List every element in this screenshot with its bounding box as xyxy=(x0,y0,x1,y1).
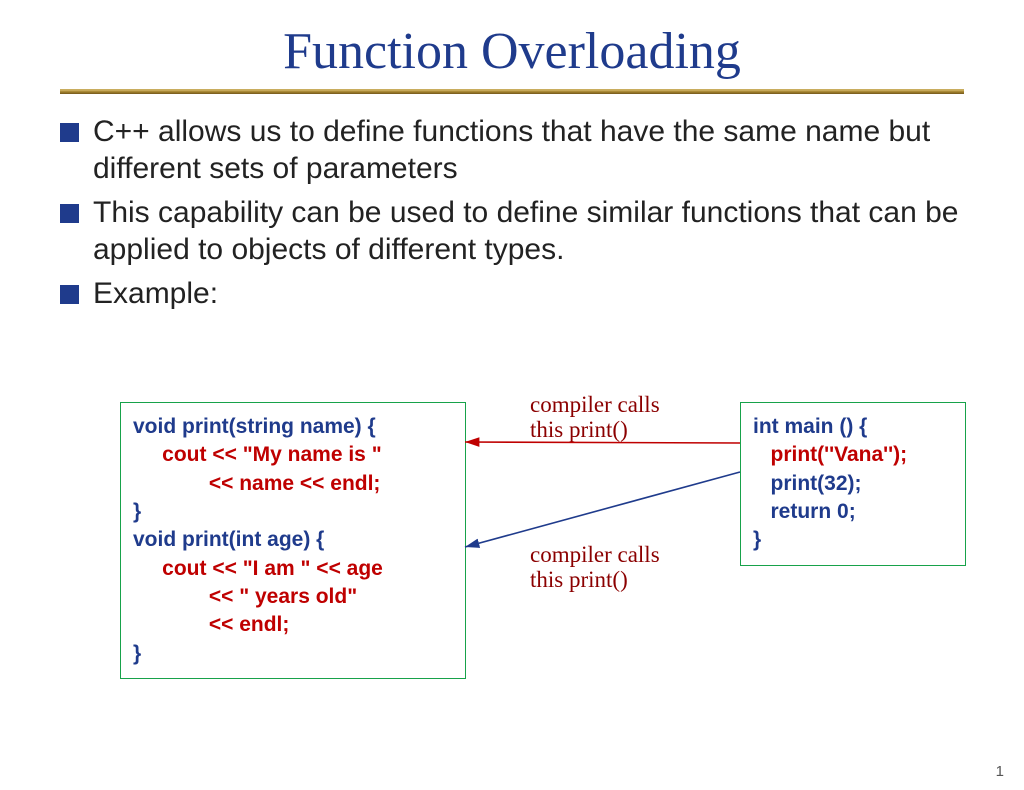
bullet-text: Example: xyxy=(93,276,218,313)
code-line: << endl; xyxy=(133,613,289,636)
bullet-item: This capability can be used to define si… xyxy=(60,195,964,268)
code-line: print(''Vana''); xyxy=(753,443,907,466)
annotation-1: compiler calls this print() xyxy=(530,392,660,443)
bullet-text: C++ allows us to define functions that h… xyxy=(93,114,964,187)
code-line: } xyxy=(133,500,141,523)
code-line: cout << "My name is " xyxy=(133,443,382,466)
code-line: } xyxy=(133,642,141,665)
bullet-text: This capability can be used to define si… xyxy=(93,195,964,268)
code-box-left: void print(string name) { cout << "My na… xyxy=(120,402,466,679)
code-line: cout << "I am " << age xyxy=(133,557,383,580)
annotation-text: compiler calls xyxy=(530,542,660,567)
annotation-text: this print() xyxy=(530,567,628,592)
bullet-square-icon xyxy=(60,204,79,223)
slide: Function Overloading C++ allows us to de… xyxy=(0,22,1024,790)
annotation-text: compiler calls xyxy=(530,392,660,417)
bullet-square-icon xyxy=(60,123,79,142)
bullet-item: C++ allows us to define functions that h… xyxy=(60,114,964,187)
page-number: 1 xyxy=(996,763,1004,780)
code-box-right: int main () { print(''Vana''); print(32)… xyxy=(740,402,966,566)
bullet-item: Example: xyxy=(60,276,964,313)
slide-title: Function Overloading xyxy=(0,22,1024,81)
code-line: << name << endl; xyxy=(133,472,380,495)
arrow-blue xyxy=(465,472,740,547)
code-line: void print(string name) { xyxy=(133,415,376,438)
body-content: C++ allows us to define functions that h… xyxy=(0,114,1024,313)
code-line: void print(int age) { xyxy=(133,528,324,551)
title-rule xyxy=(60,89,964,94)
code-line: } xyxy=(753,528,761,551)
code-line: return 0; xyxy=(753,500,856,523)
bullet-square-icon xyxy=(60,285,79,304)
code-line: << " years old" xyxy=(133,585,357,608)
code-line: int main () { xyxy=(753,415,867,438)
annotation-2: compiler calls this print() xyxy=(530,542,660,593)
code-line: print(32); xyxy=(753,472,862,495)
annotation-text: this print() xyxy=(530,417,628,442)
